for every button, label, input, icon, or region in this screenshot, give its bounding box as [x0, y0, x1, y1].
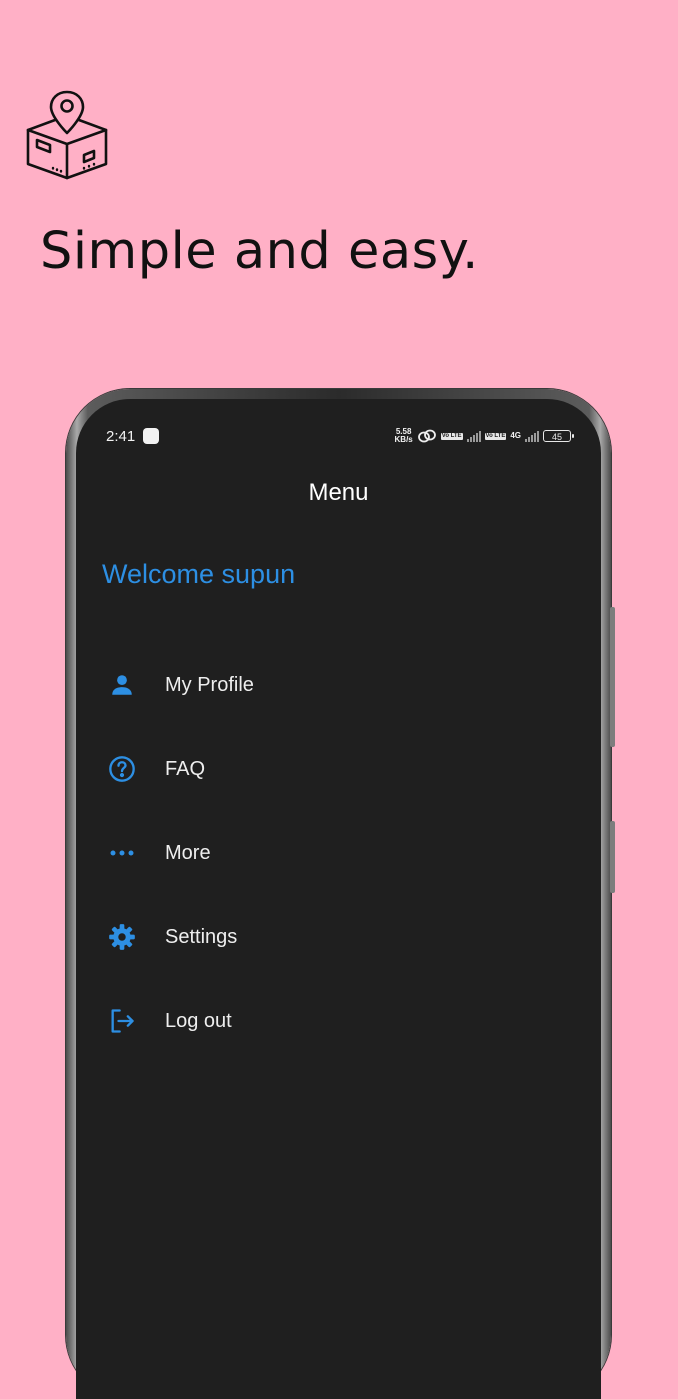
phone-screen: 2:41 5.58 KB/s Vo LTE Vo LTE 4G 45 Menu … [76, 399, 601, 1399]
menu-item-label: Log out [165, 1009, 232, 1032]
menu-item-label: More [165, 841, 211, 864]
menu-item-my-profile[interactable]: My Profile [76, 643, 601, 727]
welcome-text: Welcome supun [102, 559, 296, 589]
power-button [610, 821, 615, 893]
volume-button [610, 607, 615, 747]
volte-badge-2: Vo LTE [484, 432, 507, 440]
menu-item-faq[interactable]: FAQ [76, 727, 601, 811]
menu-item-label: My Profile [165, 673, 254, 696]
menu-item-label: Settings [165, 925, 238, 948]
network-speed: 5.58 KB/s [394, 427, 413, 444]
network-type: 4G [510, 431, 521, 440]
status-time: 2:41 [106, 427, 136, 445]
volte-badge-1: Vo LTE [440, 432, 463, 440]
hotspot-link-icon [417, 429, 436, 443]
page-title: Menu [308, 479, 369, 506]
gear-icon [107, 922, 137, 952]
menu-item-label: FAQ [165, 757, 206, 780]
help-circle-icon [107, 754, 137, 784]
battery-icon: 45 [543, 430, 574, 442]
signal-icon-2 [525, 430, 539, 442]
person-icon [107, 670, 137, 700]
menu-item-log-out[interactable]: Log out [76, 979, 601, 1063]
menu-list: My Profile FAQ More Settings Log out [76, 643, 601, 1063]
notification-icon [143, 428, 160, 444]
menu-item-settings[interactable]: Settings [76, 895, 601, 979]
promo-headline: Simple and easy. [40, 222, 479, 281]
signal-icon-1 [466, 430, 481, 442]
menu-item-more[interactable]: More [76, 811, 601, 895]
phone-frame: 2:41 5.58 KB/s Vo LTE Vo LTE 4G 45 Menu … [66, 389, 615, 1399]
status-bar: 2:41 5.58 KB/s Vo LTE Vo LTE 4G 45 [106, 425, 574, 447]
logout-icon [107, 1006, 137, 1036]
package-location-icon [26, 90, 108, 180]
more-dots-icon [107, 838, 137, 868]
